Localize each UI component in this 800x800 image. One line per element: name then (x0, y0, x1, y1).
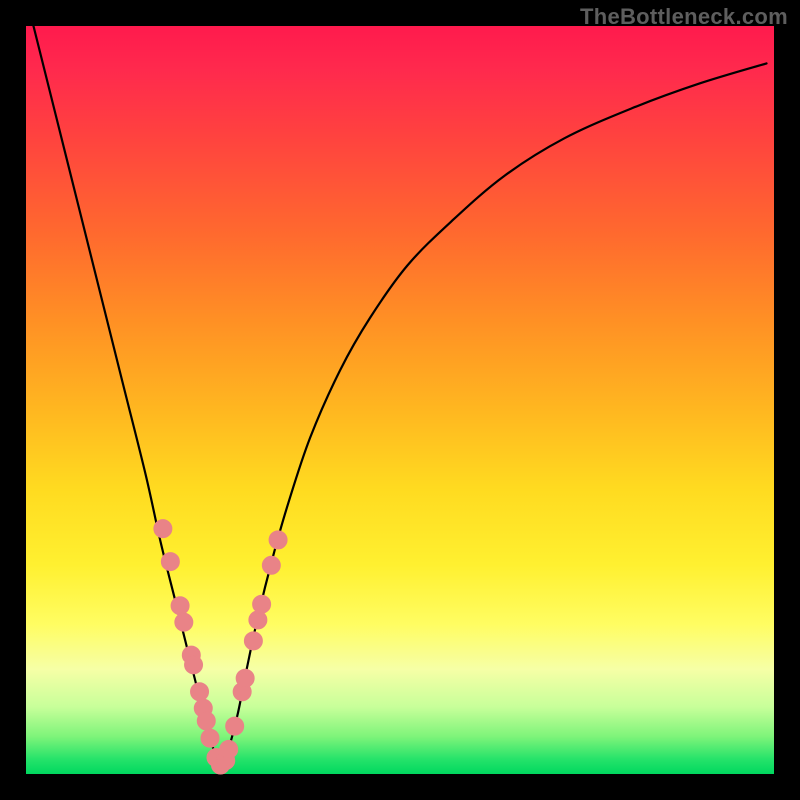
curve-dot (244, 632, 262, 650)
bottleneck-curve (33, 26, 766, 766)
curve-dot (262, 556, 280, 574)
curve-dot (175, 613, 193, 631)
curve-dot (197, 712, 215, 730)
curve-dot-layer (154, 520, 287, 774)
brand-watermark: TheBottleneck.com (580, 4, 788, 30)
curve-dot (249, 611, 267, 629)
chart-overlay (26, 26, 774, 774)
chart-plot-area (26, 26, 774, 774)
curve-dot (201, 729, 219, 747)
curve-dot (226, 717, 244, 735)
curve-dot (171, 597, 189, 615)
curve-dot (154, 520, 172, 538)
curve-dot (185, 656, 203, 674)
curve-dot (220, 740, 238, 758)
curve-dot (253, 595, 271, 613)
curve-dot (236, 669, 254, 687)
curve-dot (191, 683, 209, 701)
curve-dot (161, 553, 179, 571)
curve-dot (269, 531, 287, 549)
